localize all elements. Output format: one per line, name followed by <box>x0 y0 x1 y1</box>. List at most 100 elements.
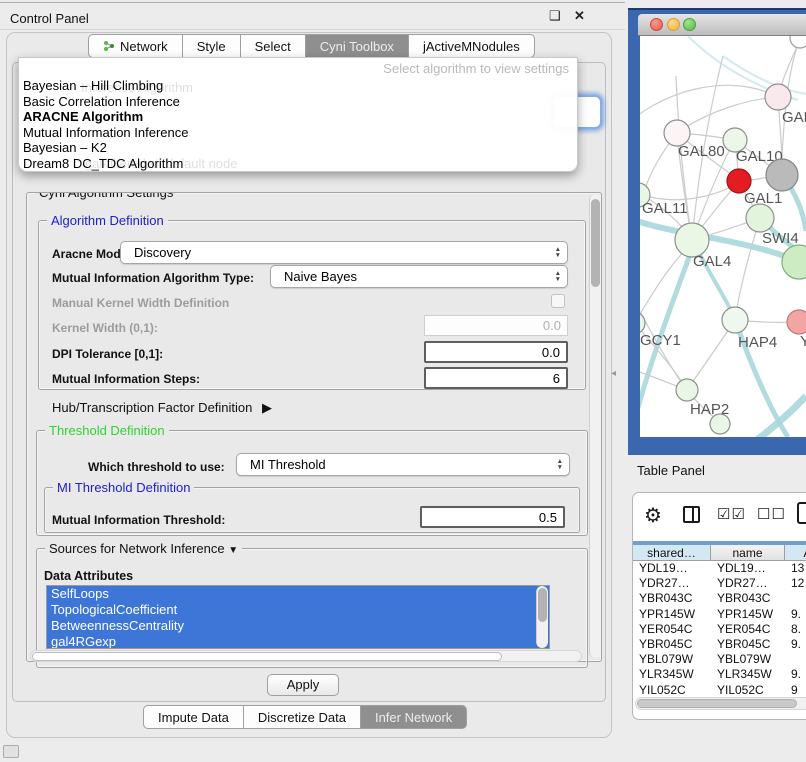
tab-cyni-toolbox[interactable]: Cyni Toolbox <box>306 34 409 58</box>
network-node[interactable] <box>790 36 806 48</box>
network-node[interactable] <box>710 414 730 434</box>
network-window-titlebar[interactable] <box>638 14 806 36</box>
table-cell: 8. <box>785 622 806 637</box>
which-threshold-label: Which threshold to use: <box>88 460 225 474</box>
mi-type-value: Naive Bayes <box>284 269 555 284</box>
gear-icon[interactable]: ⚙ <box>644 503 662 528</box>
sources-group-title[interactable]: Sources for Network Inference ▼ <box>45 541 242 556</box>
column-header-shared[interactable]: shared… <box>633 545 711 561</box>
scrollbar-thumb[interactable] <box>32 652 502 661</box>
table-row[interactable]: YER054CYER054C8. <box>633 622 806 637</box>
algorithm-item-mutual-information-inference[interactable]: Mutual Information Inference <box>19 125 577 141</box>
network-node[interactable] <box>782 245 806 279</box>
mi-algorithm-type-select[interactable]: Naive Bayes ▲▼ <box>270 265 568 288</box>
minimize-traffic-light-icon[interactable] <box>667 18 680 31</box>
algorithm-item-basic-correlation-inference[interactable]: Basic Correlation Inference <box>19 94 577 110</box>
attribute-item-gal4rgexp[interactable]: gal4RGexp <box>47 634 549 649</box>
table-row[interactable]: YBR043CYBR043C <box>633 591 806 606</box>
scrollbar-thumb[interactable] <box>637 699 797 708</box>
float-window-icon[interactable]: ❑ <box>549 8 561 24</box>
apply-button[interactable]: Apply <box>267 674 339 696</box>
table-cell: 12 <box>785 576 806 591</box>
tab-infer-network[interactable]: Infer Network <box>361 705 467 729</box>
table-row[interactable]: YBL079WYBL079W <box>633 652 806 667</box>
network-node-label: GAL <box>782 109 806 126</box>
tab-network[interactable]: Network <box>88 34 183 58</box>
table-hscrollbar[interactable] <box>635 697 806 710</box>
algorithm-item-aracne-algorithm[interactable]: ARACNE Algorithm <box>19 109 577 125</box>
network-edge[interactable] <box>643 182 739 200</box>
algorithm-item-bayesian-k2[interactable]: Bayesian – K2 <box>19 140 577 156</box>
settings-vscrollbar[interactable] <box>589 194 601 658</box>
stepper-icon: ▲▼ <box>555 271 563 282</box>
tab-label: Select <box>255 39 291 54</box>
column-panes-icon[interactable] <box>683 506 700 523</box>
tab-impute-data[interactable]: Impute Data <box>143 705 244 729</box>
table-cell: 9. <box>785 607 806 622</box>
table-rows: YDL19…YDL19…13YDR27…YDR27…12YBR043CYBR04… <box>633 561 806 698</box>
network-node-hap2[interactable] <box>676 379 698 401</box>
network-node-swi4[interactable] <box>746 204 774 232</box>
table-row[interactable]: YLR345WYLR345W9. <box>633 667 806 682</box>
settings-hscrollbar[interactable] <box>30 650 582 662</box>
bottom-tabs: Impute DataDiscretize DataInfer Network <box>143 705 467 729</box>
network-node-label: GCY1 <box>640 332 681 349</box>
network-canvas[interactable]: GALGAL80GAL10GAL1GAL11SWI4GAL4GCY1HAP4YH… <box>640 36 806 437</box>
column-header-a[interactable]: A <box>785 545 806 561</box>
app-root: Control Panel ❑ ✕ NetworkStyleSelectCyni… <box>0 0 806 762</box>
unchecked-pair-icon[interactable]: ☐☐ <box>757 505 786 523</box>
aracne-mode-select[interactable]: Discovery ▲▼ <box>120 241 568 264</box>
close-traffic-light-icon[interactable] <box>650 18 663 31</box>
algorithm-item-bayesian-hill-climbing[interactable]: Bayesian – Hill Climbing <box>19 78 577 94</box>
table-row[interactable]: YDR27…YDR27…12 <box>633 576 806 591</box>
scrollbar-thumb[interactable] <box>538 588 547 622</box>
mi-threshold-field[interactable]: 0.5 <box>420 506 565 528</box>
table-row[interactable]: YIL052CYIL052C9 <box>633 683 806 698</box>
data-attributes-list[interactable]: SelfLoopsTopologicalCoefficientBetweenne… <box>46 585 550 649</box>
tab-jactivemnodules[interactable]: jActiveMNodules <box>409 34 535 58</box>
mi-steps-field[interactable]: 6 <box>424 367 568 389</box>
dpi-tolerance-field[interactable]: 0.0 <box>424 341 568 363</box>
network-view-window[interactable]: GALGAL80GAL10GAL1GAL11SWI4GAL4GCY1HAP4YH… <box>628 8 806 455</box>
kernel-width-field[interactable]: 0.0 <box>424 315 568 336</box>
document-icon[interactable] <box>797 502 806 524</box>
network-node-gal[interactable] <box>765 84 791 110</box>
manual-kernel-checkbox[interactable] <box>551 294 565 308</box>
column-header-name[interactable]: name <box>711 545 785 561</box>
checked-pair-icon[interactable]: ☑☑ <box>717 505 746 523</box>
zoom-traffic-light-icon[interactable] <box>683 18 696 31</box>
collapsed-panel-icon[interactable] <box>3 745 19 758</box>
mi-threshold-label: Mutual Information Threshold: <box>52 513 225 527</box>
network-node-gcy1[interactable] <box>640 312 645 334</box>
attribute-item-betweennesscentrality[interactable]: BetweennessCentrality <box>47 618 549 634</box>
tab-style[interactable]: Style <box>183 34 241 58</box>
network-node[interactable] <box>766 159 798 191</box>
table-cell: YIL052C <box>711 683 785 698</box>
table-row[interactable]: YPR145WYPR145W9. <box>633 607 806 622</box>
algorithm-item-dream8-dc-tdc-algorithm[interactable]: Dream8 DC_TDC Algorithm <box>19 156 577 172</box>
tab-discretize-data[interactable]: Discretize Data <box>244 705 361 729</box>
table-row[interactable]: YBR045CYBR045C9. <box>633 637 806 652</box>
which-threshold-select[interactable]: MI Threshold ▲▼ <box>236 453 570 476</box>
network-edge[interactable] <box>735 218 760 320</box>
network-edge[interactable] <box>640 85 778 131</box>
network-node-y[interactable] <box>787 310 806 334</box>
splitter-handle[interactable]: ◂ <box>611 368 616 379</box>
hub-definition-expander[interactable]: Hub/Transcription Factor Definition ▶ <box>52 400 272 416</box>
network-node-hap4[interactable] <box>722 307 748 333</box>
table-cell: YDL19… <box>633 561 711 576</box>
network-edge[interactable] <box>677 97 778 133</box>
table-cell: YPR145W <box>633 607 711 622</box>
network-node-label: SWI4 <box>762 230 799 247</box>
attribute-item-topologicalcoefficient[interactable]: TopologicalCoefficient <box>47 602 549 618</box>
attribute-item-selfloops[interactable]: SelfLoops <box>47 586 549 602</box>
close-panel-icon[interactable]: ✕ <box>574 8 585 24</box>
network-node-label: GAL11 <box>642 200 688 217</box>
table-row[interactable]: YDL19…YDL19…13 <box>633 561 806 576</box>
mi-steps-label: Mutual Information Steps: <box>52 372 200 386</box>
network-node-gal4[interactable] <box>675 223 709 257</box>
which-threshold-value: MI Threshold <box>250 457 557 472</box>
attributes-scrollbar[interactable] <box>536 586 548 648</box>
tab-select[interactable]: Select <box>241 34 306 58</box>
scrollbar-thumb[interactable] <box>591 199 600 287</box>
